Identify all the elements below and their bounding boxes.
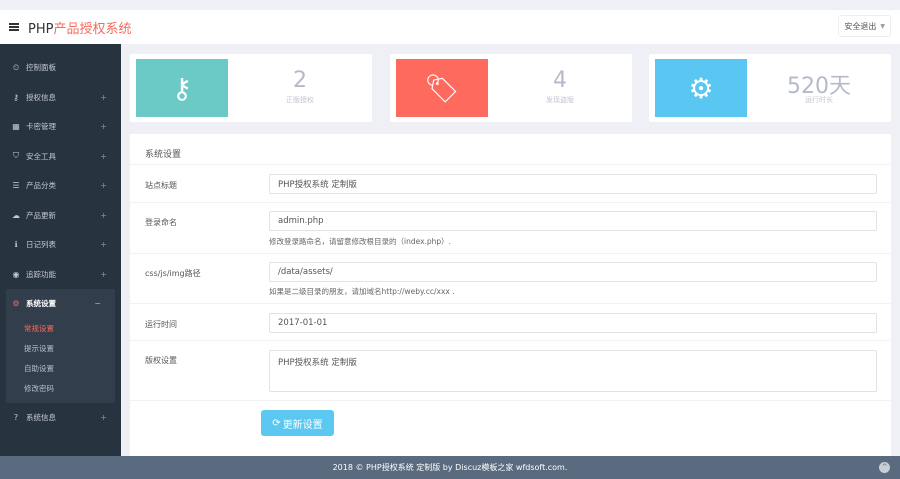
brand-prefix: PHP bbox=[28, 21, 54, 37]
stat-label: 正版授权 bbox=[286, 96, 314, 104]
sidebar-item-label: 日记列表 bbox=[26, 240, 56, 250]
card-icon: ▦ bbox=[12, 122, 20, 132]
sidebar-item-label: 授权信息 bbox=[26, 92, 56, 102]
caret-down-icon: ▼ bbox=[880, 22, 885, 30]
logout-label: 安全退出 bbox=[844, 21, 877, 31]
stat-label: 运行时长 bbox=[805, 96, 833, 104]
stat-label: 发现盗版 bbox=[546, 96, 574, 104]
tags-icon: 🏷 bbox=[396, 59, 488, 117]
update-settings-label: 更新设置 bbox=[282, 419, 323, 431]
sidebar-item-label: 产品更新 bbox=[26, 210, 56, 220]
stat-card-pirated: 🏷 4 发现盗版 bbox=[390, 54, 632, 122]
field-label: 登录命名 bbox=[145, 218, 177, 227]
expand-icon: + bbox=[100, 122, 107, 132]
sidebar-item-label: 安全工具 bbox=[26, 151, 56, 161]
key-icon: ⚷ bbox=[136, 59, 228, 117]
stat-value: 4 bbox=[553, 68, 567, 93]
expand-icon: + bbox=[100, 269, 107, 279]
sidebar-sub-general[interactable]: 常规设置 bbox=[6, 319, 115, 339]
cloud-upload-icon: ☁ bbox=[12, 210, 20, 220]
field-login-name: 登录命名 admin.php 修改登录路命名，请留意修改根目录的（index.p… bbox=[130, 202, 891, 253]
field-label: 运行时间 bbox=[145, 320, 177, 329]
field-label: 站点标题 bbox=[145, 181, 177, 190]
update-settings-button[interactable]: ⟳ 更新设置 bbox=[261, 410, 334, 436]
panel-title: 系统设置 bbox=[145, 150, 182, 160]
expand-icon: + bbox=[100, 240, 107, 250]
sidebar: ⏲ 控制面板 ⚷ 授权信息 + ▦ 卡密管理 + ⛉ 安全工具 + ☰ 产品分类 + ☁ 产品更新 + ℹ 日记列表… bbox=[0, 44, 121, 456]
target-icon: ◉ bbox=[12, 269, 20, 279]
stat-card-uptime: ⚙ 520天 运行时长 bbox=[649, 54, 891, 122]
help-text: 如果是二级目录的朋友，请加域名http://weby.cc/xxx . bbox=[269, 287, 455, 296]
sidebar-item-system-info[interactable]: ? 系统信息 + bbox=[0, 403, 121, 433]
sidebar-item-product-update[interactable]: ☁ 产品更新 + bbox=[0, 201, 121, 231]
site-title-input[interactable]: PHP授权系统 定制版 bbox=[269, 174, 877, 194]
field-copyright: 版权设置 PHP授权系统 定制版 bbox=[130, 340, 891, 400]
settings-panel: 系统设置 站点标题 PHP授权系统 定制版 登录命名 admin.php 修改登… bbox=[130, 134, 891, 456]
expand-icon: + bbox=[100, 412, 107, 422]
field-label: 版权设置 bbox=[145, 356, 177, 365]
gears-icon: ⚙ bbox=[655, 59, 747, 117]
gears-icon: ⚙ bbox=[12, 299, 20, 309]
stat-card-licensed: ⚷ 2 正版授权 bbox=[130, 54, 372, 122]
sidebar-item-label: 追踪功能 bbox=[26, 269, 56, 279]
expand-icon: + bbox=[100, 151, 107, 161]
sidebar-item-label: 系统信息 bbox=[26, 412, 56, 422]
menu-toggle-icon[interactable] bbox=[9, 23, 19, 31]
brand-logo[interactable]: PHP产品授权系统 bbox=[28, 18, 131, 37]
login-name-input[interactable]: admin.php bbox=[269, 211, 877, 231]
sidebar-item-card-manage[interactable]: ▦ 卡密管理 + bbox=[0, 112, 121, 142]
expand-icon: + bbox=[100, 181, 107, 191]
sidebar-group-system-settings: ⚙ 系统设置 − 常规设置 提示设置 自助设置 修改密码 bbox=[6, 289, 115, 403]
dashboard-icon: ⏲ bbox=[12, 62, 20, 72]
stat-value: 2 bbox=[293, 68, 307, 93]
sidebar-item-label: 系统设置 bbox=[26, 299, 56, 309]
sidebar-item-system-settings[interactable]: ⚙ 系统设置 − bbox=[6, 289, 115, 319]
field-run-time: 运行时间 2017-01-01 bbox=[130, 303, 891, 340]
expand-icon: + bbox=[100, 210, 107, 220]
top-strip bbox=[0, 0, 900, 10]
info-icon: ℹ bbox=[14, 240, 18, 250]
sidebar-item-license-info[interactable]: ⚷ 授权信息 + bbox=[0, 83, 121, 113]
sidebar-item-dashboard[interactable]: ⏲ 控制面板 bbox=[0, 53, 121, 83]
brand-suffix: 产品授权系统 bbox=[53, 21, 132, 37]
run-time-input[interactable]: 2017-01-01 bbox=[269, 313, 877, 333]
back-to-top-icon[interactable]: ^ bbox=[879, 462, 890, 473]
question-icon: ? bbox=[13, 412, 19, 422]
sidebar-item-label: 卡密管理 bbox=[26, 122, 56, 132]
sidebar-sub-prompt[interactable]: 提示设置 bbox=[6, 339, 115, 359]
field-site-title: 站点标题 PHP授权系统 定制版 bbox=[130, 164, 891, 202]
collapse-icon: − bbox=[94, 299, 101, 309]
sidebar-item-product-category[interactable]: ☰ 产品分类 + bbox=[0, 171, 121, 201]
shield-icon: ⛉ bbox=[13, 151, 19, 161]
header: PHP产品授权系统 安全退出 ▼ bbox=[0, 10, 900, 44]
sidebar-item-tracking[interactable]: ◉ 追踪功能 + bbox=[0, 260, 121, 290]
list-icon: ☰ bbox=[12, 181, 20, 191]
logout-button[interactable]: 安全退出 ▼ bbox=[838, 15, 891, 37]
field-assets-path: css/js/img路径 /data/assets/ 如果是二级目录的朋友，请加… bbox=[130, 253, 891, 303]
refresh-icon: ⟳ bbox=[272, 417, 281, 429]
sidebar-item-label: 产品分类 bbox=[26, 181, 56, 191]
field-label: css/js/img路径 bbox=[145, 269, 201, 278]
sidebar-sub-selfservice[interactable]: 自助设置 bbox=[6, 359, 115, 379]
sidebar-item-log-list[interactable]: ℹ 日记列表 + bbox=[0, 230, 121, 260]
key-icon: ⚷ bbox=[13, 92, 19, 102]
help-text: 修改登录路命名，请留意修改根目录的（index.php）. bbox=[269, 237, 452, 246]
sidebar-sub-password[interactable]: 修改密码 bbox=[6, 379, 115, 399]
assets-path-input[interactable]: /data/assets/ bbox=[269, 262, 877, 282]
sidebar-item-label: 控制面板 bbox=[26, 63, 56, 73]
divider bbox=[130, 400, 891, 401]
expand-icon: + bbox=[100, 92, 107, 102]
sidebar-item-security-tools[interactable]: ⛉ 安全工具 + bbox=[0, 142, 121, 172]
copyright-textarea[interactable]: PHP授权系统 定制版 bbox=[269, 350, 877, 392]
footer-text: 2018 © PHP授权系统 定制版 by Discuz模板之家 wfdsoft… bbox=[332, 463, 568, 472]
footer: 2018 © PHP授权系统 定制版 by Discuz模板之家 wfdsoft… bbox=[0, 456, 900, 479]
